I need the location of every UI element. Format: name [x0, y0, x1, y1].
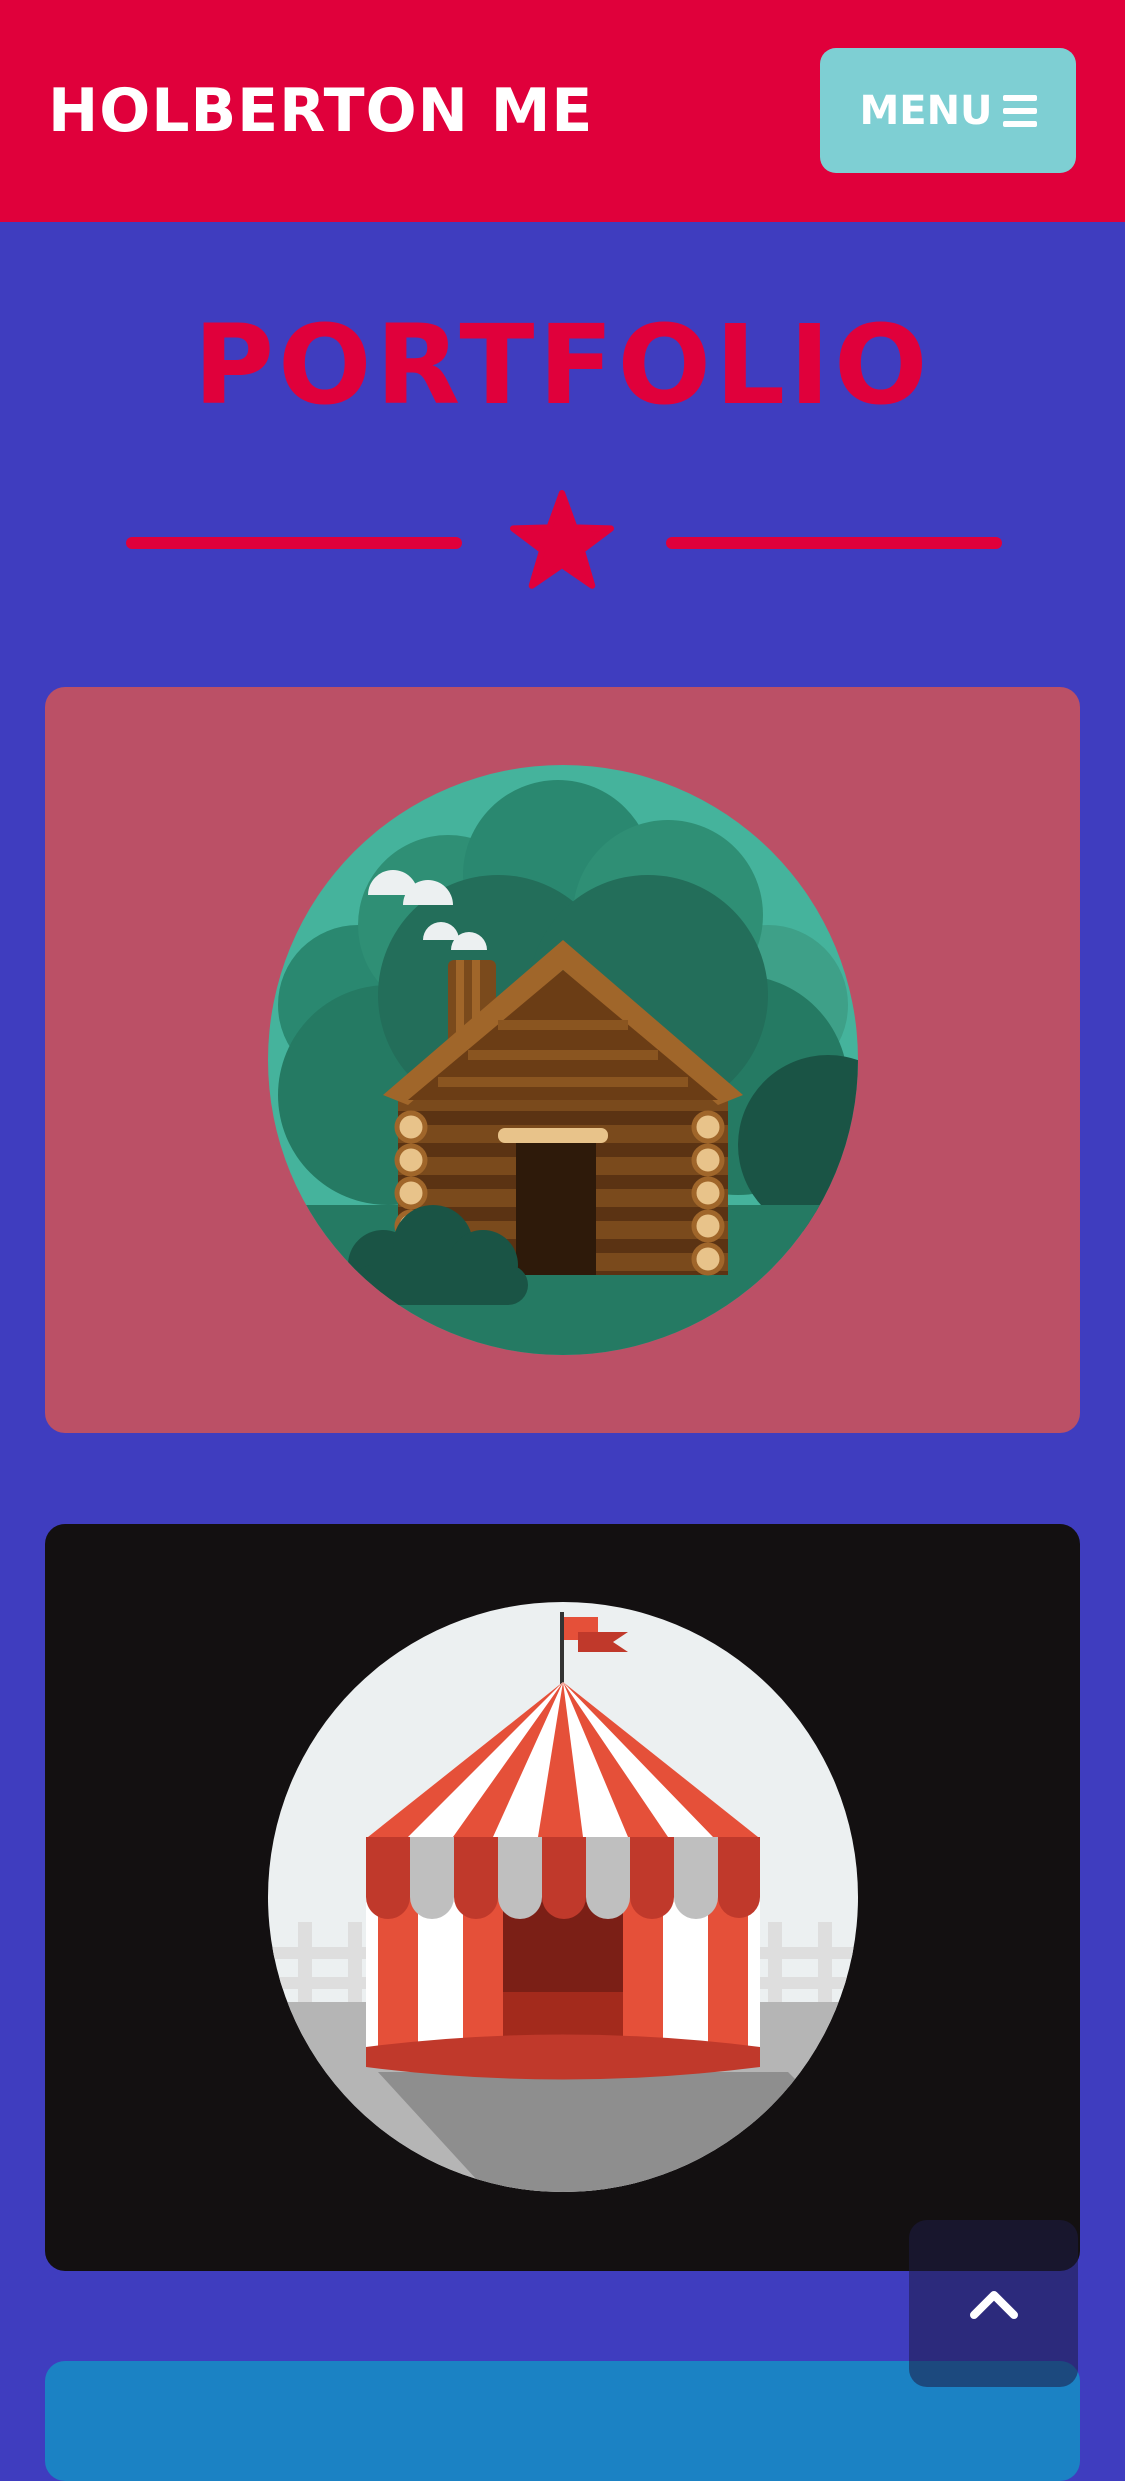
navbar: HOLBERTON ME MENU	[0, 0, 1125, 222]
hamburger-icon	[1002, 94, 1037, 127]
divider-line-left	[126, 537, 462, 549]
menu-button[interactable]: MENU	[820, 48, 1076, 173]
portfolio-item-2[interactable]	[45, 1524, 1080, 2271]
scroll-to-top-button[interactable]	[909, 2220, 1078, 2387]
brand-title[interactable]: HOLBERTON ME	[48, 72, 593, 150]
divider-line-right	[666, 537, 1002, 549]
circus-tent-image	[268, 1602, 858, 2192]
log-cabin-image	[268, 765, 858, 1355]
chevron-up-icon	[969, 2290, 1018, 2319]
star-icon	[510, 490, 614, 589]
menu-label: MENU	[859, 87, 993, 134]
portfolio-item-1[interactable]	[45, 687, 1080, 1433]
page-title: PORTFOLIO	[193, 301, 932, 429]
